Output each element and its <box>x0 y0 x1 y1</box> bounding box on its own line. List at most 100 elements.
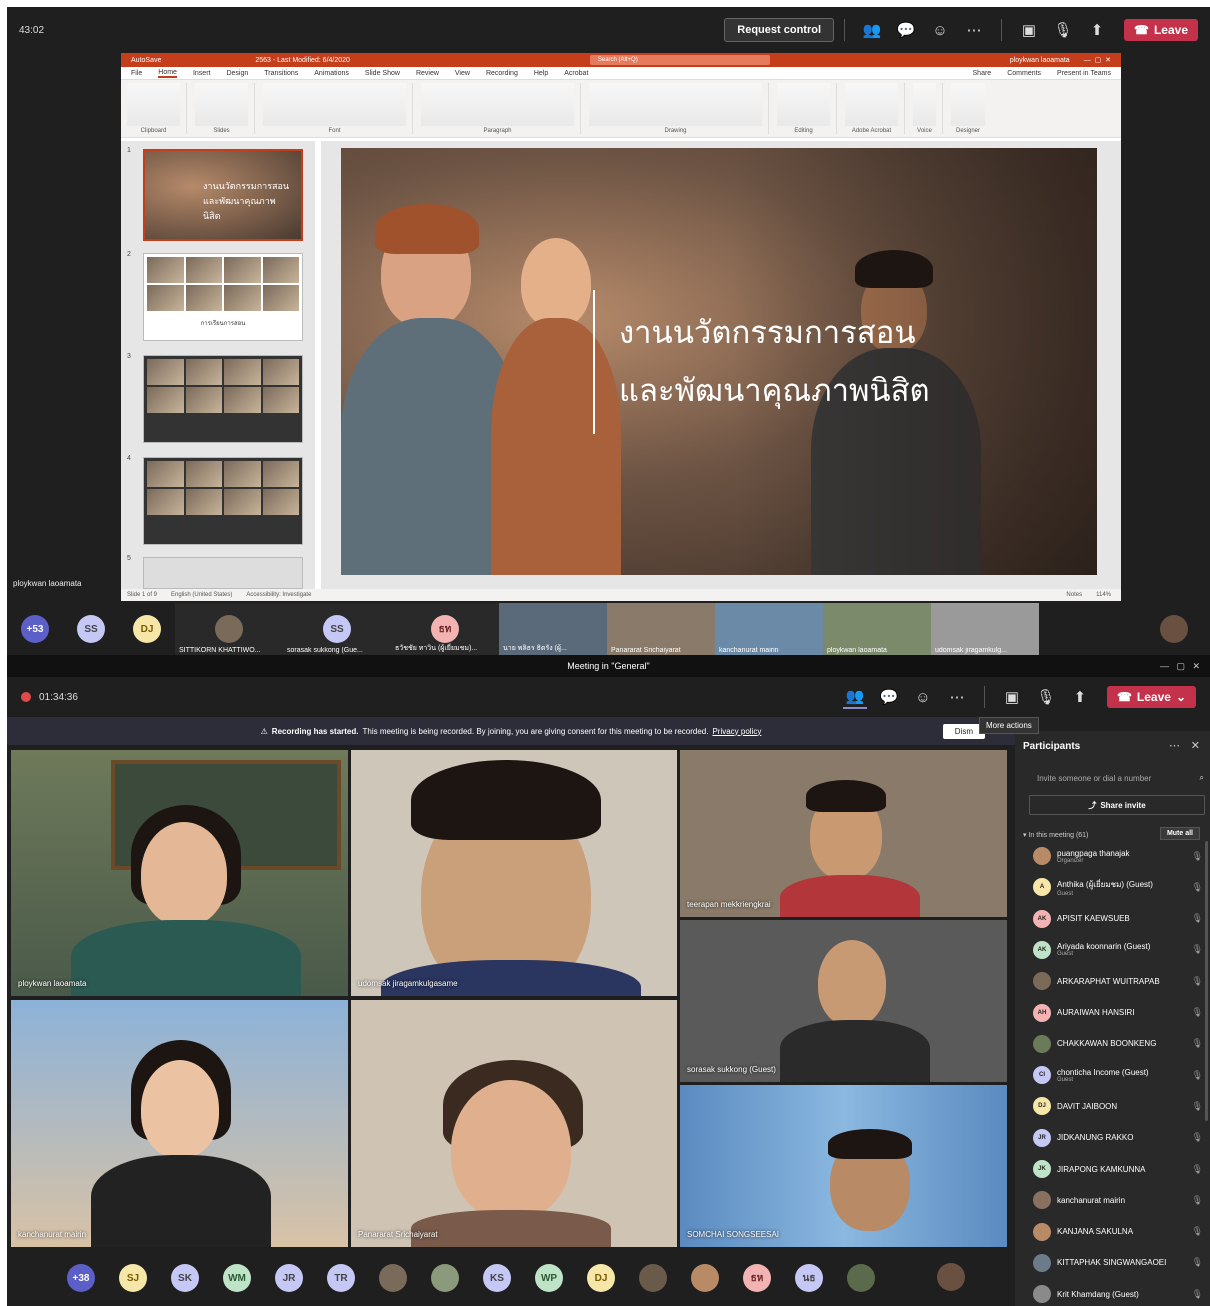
participant-video-tile[interactable]: Panararat Srichaiyarat <box>607 603 715 655</box>
participant-avatar[interactable]: DJ <box>119 615 175 643</box>
participant-row[interactable]: Krit Khamdang (Guest) 🎙 <box>1033 1281 1203 1306</box>
profile-photo-avatar[interactable] <box>639 1264 667 1292</box>
menu-acrobat[interactable]: Acrobat <box>564 70 588 77</box>
participant-row[interactable]: A Anthika (ผู้เยี่ยมชม) (Guest) Guest 🎙 <box>1033 874 1203 900</box>
participants-icon[interactable]: 👥 <box>860 18 884 42</box>
participant-row[interactable]: CHAKKAWAN BOONKENG 🎙 <box>1033 1031 1203 1057</box>
initials-avatar[interactable]: +38 <box>67 1264 95 1292</box>
profile-photo-avatar[interactable] <box>379 1264 407 1292</box>
share-invite-button[interactable]: ⤴ Share invite <box>1029 795 1205 815</box>
video-tile-panararat[interactable]: Panararat Srichaiyarat <box>351 1000 677 1247</box>
participant-tile[interactable]: ธท ธวัชชัย ทาวิน (ผู้เยี่ยมชม)... <box>391 603 499 655</box>
menu-home[interactable]: Home <box>158 69 177 78</box>
menu-slide-show[interactable]: Slide Show <box>365 70 400 77</box>
initials-avatar[interactable]: KS <box>483 1264 511 1292</box>
privacy-policy-link[interactable]: Privacy policy <box>712 727 761 736</box>
participant-avatar[interactable]: +53 <box>7 615 63 643</box>
initials-avatar[interactable]: SK <box>171 1264 199 1292</box>
video-tile-teerapan[interactable]: teerapan mekkriengkrai <box>680 750 1007 917</box>
initials-avatar[interactable]: นธ <box>795 1264 823 1292</box>
participant-row[interactable]: CI chonticha Income (Guest) Guest 🎙 <box>1033 1062 1203 1088</box>
initials-avatar[interactable]: WM <box>223 1264 251 1292</box>
self-avatar[interactable] <box>937 1263 965 1291</box>
font-controls[interactable] <box>263 83 406 126</box>
scrollbar[interactable] <box>1205 841 1208 1121</box>
leave-button[interactable]: ☎ Leave ⌄ <box>1106 686 1196 708</box>
camera-off-icon[interactable]: ▣ <box>1017 18 1041 42</box>
design-ideas-button[interactable] <box>951 83 985 126</box>
participant-row[interactable]: AK Ariyada koonnarin (Guest) Guest 🎙 <box>1033 937 1203 963</box>
camera-off-icon[interactable]: ▣ <box>1000 685 1024 709</box>
initials-avatar[interactable]: TR <box>327 1264 355 1292</box>
slide-thumbnail-5[interactable] <box>143 557 303 589</box>
drawing-controls[interactable] <box>589 83 762 126</box>
autosave-toggle[interactable]: AutoSave <box>131 57 161 64</box>
comments-button[interactable]: Comments <box>1007 70 1041 77</box>
zoom-level[interactable]: 114% <box>1096 592 1111 598</box>
window-controls[interactable]: — ▢ ✕ <box>1084 56 1111 64</box>
participant-row[interactable]: puangpaga thanajak Organizer 🎙 <box>1033 843 1203 869</box>
menu-recording[interactable]: Recording <box>486 70 518 77</box>
menu-transitions[interactable]: Transitions <box>264 70 298 77</box>
profile-photo-avatar[interactable] <box>691 1264 719 1292</box>
participant-row[interactable]: AH AURAIWAN HANSIRI 🎙 <box>1033 1000 1203 1026</box>
menu-animations[interactable]: Animations <box>314 70 349 77</box>
editing-controls[interactable] <box>777 83 830 126</box>
chat-icon[interactable]: 💬 <box>894 18 918 42</box>
menu-view[interactable]: View <box>455 70 470 77</box>
in-meeting-header[interactable]: ▾ In this meeting (61) <box>1023 831 1088 839</box>
participant-row[interactable]: ARKARAPHAT WUITRAPAB 🎙 <box>1033 968 1203 994</box>
slide-thumbnail-2[interactable]: การเรียนการสอน <box>143 253 303 341</box>
more-actions-icon[interactable]: ⋯ <box>945 685 969 709</box>
share-tray-icon[interactable]: ⬆ <box>1068 685 1092 709</box>
video-tile-sorasak[interactable]: sorasak sukkong (Guest) <box>680 920 1007 1082</box>
menu-insert[interactable]: Insert <box>193 70 211 77</box>
mute-all-button[interactable]: Mute all <box>1159 827 1200 840</box>
language[interactable]: English (United States) <box>171 592 232 598</box>
participant-tile[interactable]: SS sorasak sukkong (Gue... <box>283 603 391 655</box>
initials-avatar[interactable]: DJ <box>587 1264 615 1292</box>
participant-row[interactable]: JK JIRAPONG KAMKUNNA 🎙 <box>1033 1156 1203 1182</box>
participant-video-tile[interactable]: kanchanurat mairin <box>715 603 823 655</box>
initials-avatar[interactable]: WP <box>535 1264 563 1292</box>
slide-thumbnail-1[interactable]: งานนวัตกรรมการสอน และพัฒนาคุณภาพนิสิต <box>143 149 303 241</box>
menu-design[interactable]: Design <box>226 70 248 77</box>
present-in-teams-button[interactable]: Present in Teams <box>1057 70 1111 77</box>
reactions-icon[interactable]: ☺ <box>911 685 935 709</box>
participant-row[interactable]: KITTAPHAK SINGWANGAOEI 🎙 <box>1033 1250 1203 1276</box>
close-icon[interactable]: ✕ <box>1191 739 1200 752</box>
mic-off-icon[interactable]: 🎙 <box>1034 685 1058 709</box>
accessibility-check[interactable]: Accessibility: Investigate <box>246 592 311 598</box>
profile-photo-avatar[interactable] <box>431 1264 459 1292</box>
clipboard-controls[interactable] <box>127 83 180 126</box>
participant-row[interactable]: KANJANA SAKULNA 🎙 <box>1033 1219 1203 1245</box>
user-name[interactable]: ploykwan laoamata <box>1010 57 1070 64</box>
slide-thumbnail-4[interactable] <box>143 457 303 545</box>
slide-thumbnail-3[interactable] <box>143 355 303 443</box>
share-button[interactable]: Share <box>973 70 992 77</box>
notes-button[interactable]: Notes <box>1066 592 1082 598</box>
profile-photo-avatar[interactable] <box>847 1264 875 1292</box>
participant-video-tile[interactable]: udomsak jiragamkulg... <box>931 603 1039 655</box>
more-actions-icon[interactable]: ⋯ <box>962 18 986 42</box>
slide-1[interactable]: งานนวัตกรรมการสอน และพัฒนาคุณภาพนิสิต <box>341 148 1097 575</box>
video-tile-somchai[interactable]: SOMCHAI SONGSEESAI <box>680 1085 1007 1247</box>
video-tile-udomsak[interactable]: udomsak jiragamkulgasame <box>351 750 677 996</box>
share-tray-icon[interactable]: ⬆ <box>1085 18 1109 42</box>
video-tile-kanchanurat[interactable]: kanchanurat mairin <box>11 1000 348 1247</box>
initials-avatar[interactable]: SJ <box>119 1264 147 1292</box>
participant-tile[interactable]: SITTIKORN KHATTIWO... <box>175 603 283 655</box>
participant-row[interactable]: kanchanurat mairin 🎙 <box>1033 1187 1203 1213</box>
menu-help[interactable]: Help <box>534 70 548 77</box>
paragraph-controls[interactable] <box>421 83 574 126</box>
slides-controls[interactable] <box>195 83 248 126</box>
more-options-icon[interactable]: ⋯ <box>1169 739 1180 752</box>
menu-review[interactable]: Review <box>416 70 439 77</box>
reactions-icon[interactable]: ☺ <box>928 18 952 42</box>
invite-input[interactable]: Invite someone or dial a number ⌕ <box>1029 767 1204 789</box>
search-input[interactable]: Search (Alt+Q) <box>589 55 770 65</box>
menu-file[interactable]: File <box>131 70 142 77</box>
participant-row[interactable]: DJ DAVIT JAIBOON 🎙 <box>1033 1093 1203 1119</box>
mic-off-icon[interactable]: 🎙 <box>1051 18 1075 42</box>
participant-video-tile[interactable]: นาย พลิธร ธิตรัง (ผู้... <box>499 603 607 655</box>
